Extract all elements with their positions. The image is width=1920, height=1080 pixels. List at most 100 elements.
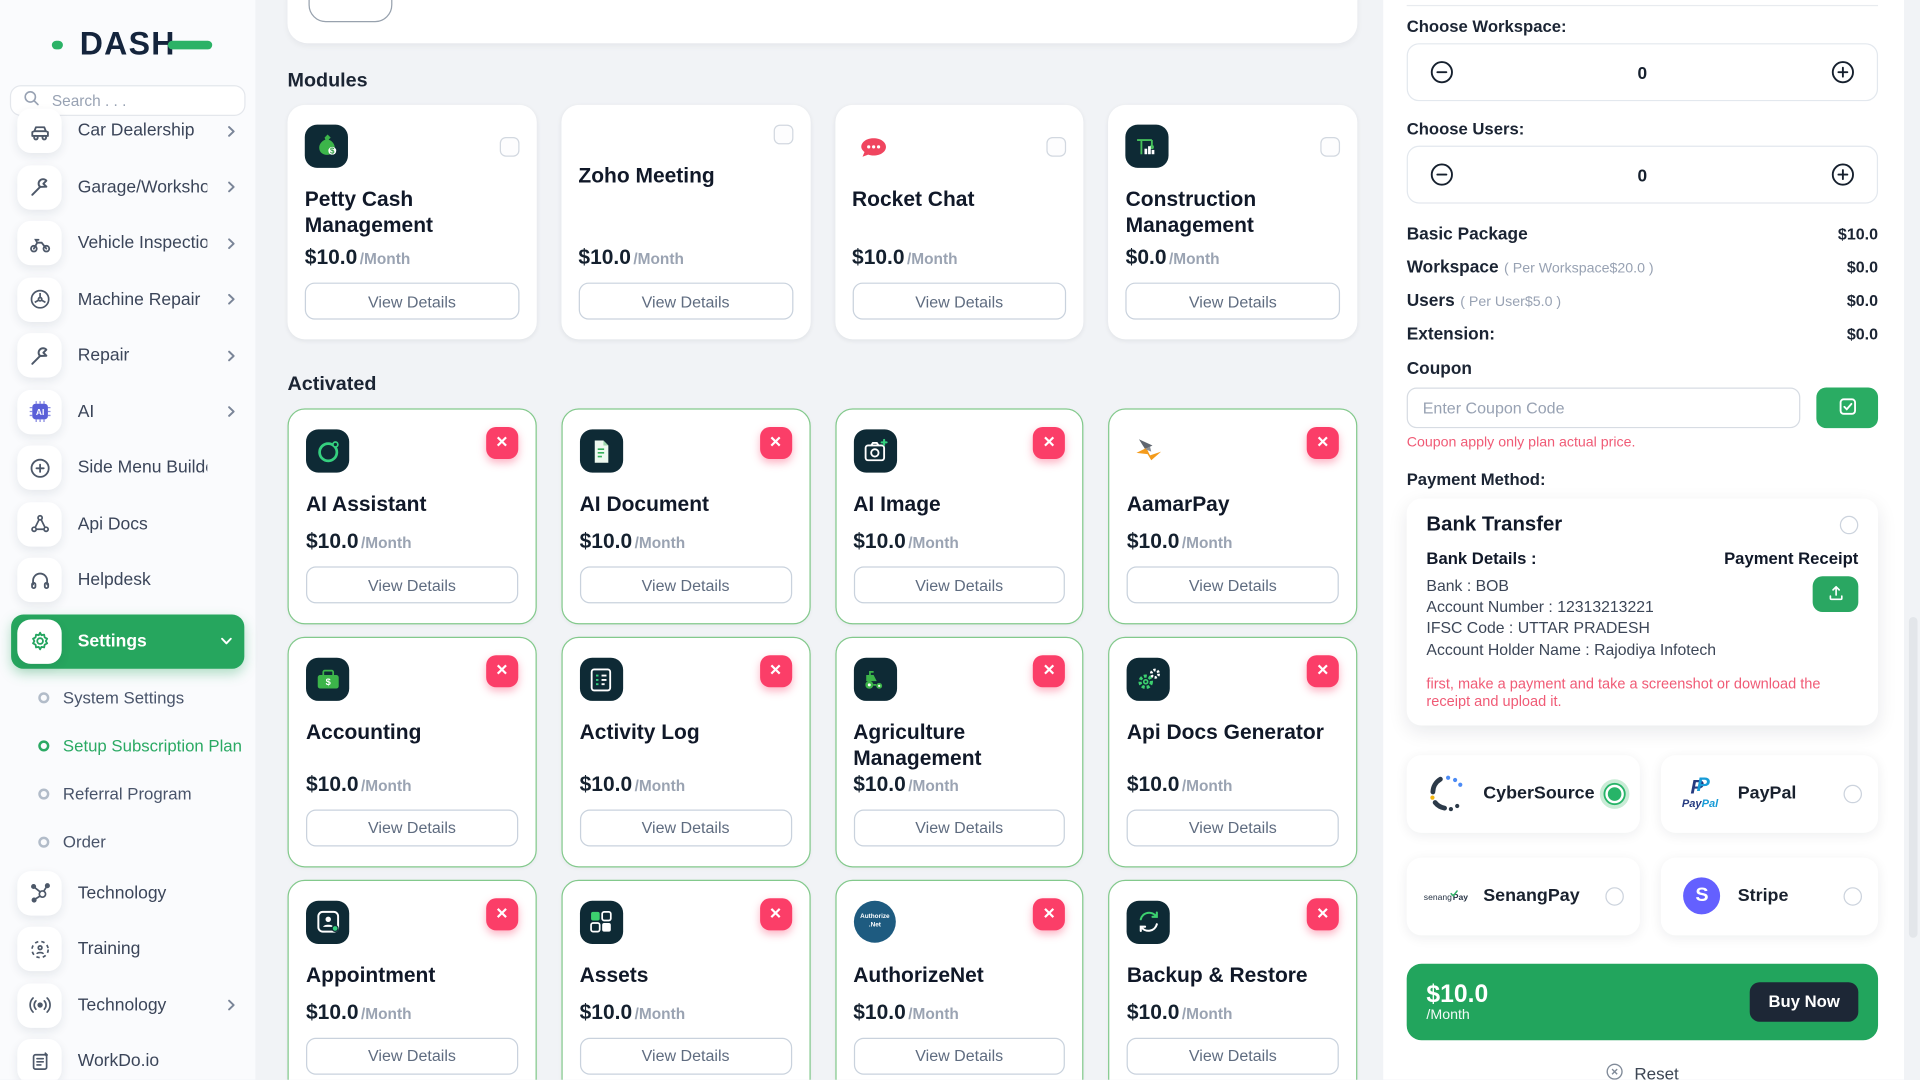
view-details-button[interactable]: View Details <box>853 1038 1065 1075</box>
workspace-stepper: 0 <box>1407 43 1878 101</box>
module-checkbox[interactable] <box>1047 136 1067 156</box>
minus-icon[interactable] <box>1429 162 1455 188</box>
sidebar-item-icon <box>17 277 61 321</box>
sidebar-item[interactable]: Side Menu Builder <box>11 445 244 489</box>
sidebar-item[interactable]: AI AI <box>11 389 244 433</box>
sidebar-item-icon <box>17 983 61 1027</box>
sidebar-item[interactable]: Api Docs <box>11 502 244 546</box>
view-details-button[interactable]: View Details <box>580 809 792 846</box>
modules-heading: Modules <box>288 70 1358 92</box>
activated-module-card: $ Accounting $10.0/Month View Details <box>288 637 537 868</box>
sidebar-item-label: Vehicle Inspection <box>78 233 208 253</box>
svg-text:$: $ <box>325 676 331 686</box>
plus-icon[interactable] <box>1830 59 1856 85</box>
module-price: $0.0/Month <box>1126 246 1340 271</box>
plan-header-card <box>288 0 1358 43</box>
view-details-button[interactable]: View Details <box>305 283 519 320</box>
sidebar-item[interactable]: Repair <box>11 333 244 377</box>
sidebar-item[interactable]: Helpdesk <box>11 558 244 602</box>
remove-module-button[interactable] <box>1307 427 1339 459</box>
view-details-button[interactable]: View Details <box>306 1038 518 1075</box>
sidebar-subitem[interactable]: System Settings <box>11 678 244 717</box>
gateway-logo-icon <box>1423 769 1472 818</box>
gateway-card[interactable]: CyberSource <box>1407 755 1641 833</box>
gateway-radio[interactable] <box>1606 785 1625 804</box>
remove-module-button[interactable] <box>759 655 791 687</box>
module-price: $10.0/Month <box>578 246 792 271</box>
chevron-right-icon <box>223 291 239 307</box>
sidebar-item[interactable]: Technology <box>11 871 244 915</box>
remove-module-button[interactable] <box>759 898 791 930</box>
apply-coupon-button[interactable] <box>1816 387 1878 428</box>
remove-module-button[interactable] <box>1307 898 1339 930</box>
sidebar-subitem[interactable]: Setup Subscription Plan <box>11 726 244 765</box>
module-title: Activity Log <box>580 719 792 745</box>
gateway-card[interactable]: senangPay SenangPay <box>1407 857 1641 935</box>
price-amount: $10.0 <box>1127 529 1180 554</box>
remove-module-button[interactable] <box>486 427 518 459</box>
gateway-radio[interactable] <box>1844 785 1863 804</box>
svg-text:P: P <box>1697 774 1711 796</box>
remove-module-button[interactable] <box>1033 427 1065 459</box>
view-details-button[interactable]: View Details <box>1127 566 1339 603</box>
sidebar-item[interactable]: Training <box>11 927 244 971</box>
sidebar-item-label: Side Menu Builder <box>78 458 208 478</box>
remove-module-button[interactable] <box>1033 898 1065 930</box>
search-input[interactable] <box>49 91 233 111</box>
sidebar-subitem[interactable]: Order <box>11 822 244 861</box>
price-period: /Month <box>360 250 411 267</box>
coupon-input[interactable] <box>1407 387 1801 428</box>
sidebar-item-icon <box>17 871 61 915</box>
view-details-button[interactable]: View Details <box>578 283 792 320</box>
sidebar-item-icon <box>17 109 61 153</box>
minus-icon[interactable] <box>1429 59 1455 85</box>
remove-module-button[interactable] <box>486 655 518 687</box>
sidebar-item[interactable]: WorkDo.io <box>11 1039 244 1080</box>
price-period: /Month <box>908 534 959 551</box>
module-checkbox[interactable] <box>1320 136 1340 156</box>
view-details-button[interactable]: View Details <box>852 283 1066 320</box>
price-period: /Month <box>635 1005 686 1022</box>
view-details-button[interactable]: View Details <box>580 1038 792 1075</box>
sidebar-item-settings[interactable]: Settings <box>11 614 244 668</box>
gateway-card[interactable]: PPPayPal PayPal <box>1661 755 1878 833</box>
gateway-radio[interactable] <box>1844 887 1863 906</box>
view-details-button[interactable]: View Details <box>306 566 518 603</box>
remove-module-button[interactable] <box>1307 655 1339 687</box>
scrollbar-thumb[interactable] <box>1909 617 1918 938</box>
gateway-radio[interactable] <box>1606 887 1625 906</box>
sidebar-item[interactable]: Garage/Workshop <box>11 165 244 209</box>
view-details-button[interactable]: View Details <box>306 809 518 846</box>
reset-button[interactable]: Reset <box>1407 1062 1878 1080</box>
remove-module-button[interactable] <box>759 427 791 459</box>
billing-toggle[interactable] <box>308 0 392 22</box>
remove-module-button[interactable] <box>1033 655 1065 687</box>
view-details-button[interactable]: View Details <box>853 809 1065 846</box>
sidebar-item[interactable]: Machine Repair <box>11 277 244 321</box>
view-details-button[interactable]: View Details <box>1127 1038 1339 1075</box>
view-details-button[interactable]: View Details <box>853 566 1065 603</box>
plus-icon[interactable] <box>1830 162 1856 188</box>
sidebar-item-label: Technology <box>78 883 208 903</box>
bank-detail-line: Bank : BOB <box>1426 575 1716 596</box>
module-checkbox[interactable] <box>499 136 519 156</box>
view-details-button[interactable]: View Details <box>1127 809 1339 846</box>
reset-label: Reset <box>1634 1065 1678 1079</box>
remove-module-button[interactable] <box>486 898 518 930</box>
bank-transfer-radio[interactable] <box>1840 516 1859 535</box>
view-details-button[interactable]: View Details <box>580 566 792 603</box>
sidebar-subitem[interactable]: Referral Program <box>11 774 244 813</box>
sidebar-item[interactable]: Technology <box>11 983 244 1027</box>
gateway-card[interactable]: S Stripe <box>1661 857 1878 935</box>
summary-row-sublabel: ( Per User$5.0 ) <box>1460 295 1561 310</box>
sidebar-item[interactable]: Car Dealership <box>11 109 244 153</box>
module-checkbox[interactable] <box>773 125 793 145</box>
sidebar-item[interactable]: Vehicle Inspection <box>11 221 244 265</box>
upload-receipt-button[interactable] <box>1813 576 1859 612</box>
view-details-button[interactable]: View Details <box>1126 283 1340 320</box>
scrollbar[interactable] <box>1909 0 1919 1080</box>
price-amount: $10.0 <box>853 1000 906 1025</box>
module-title: Construction Management <box>1126 186 1340 239</box>
activated-module-card: Api Docs Generator $10.0/Month View Deta… <box>1108 637 1357 868</box>
buy-now-button[interactable]: Buy Now <box>1750 982 1858 1021</box>
